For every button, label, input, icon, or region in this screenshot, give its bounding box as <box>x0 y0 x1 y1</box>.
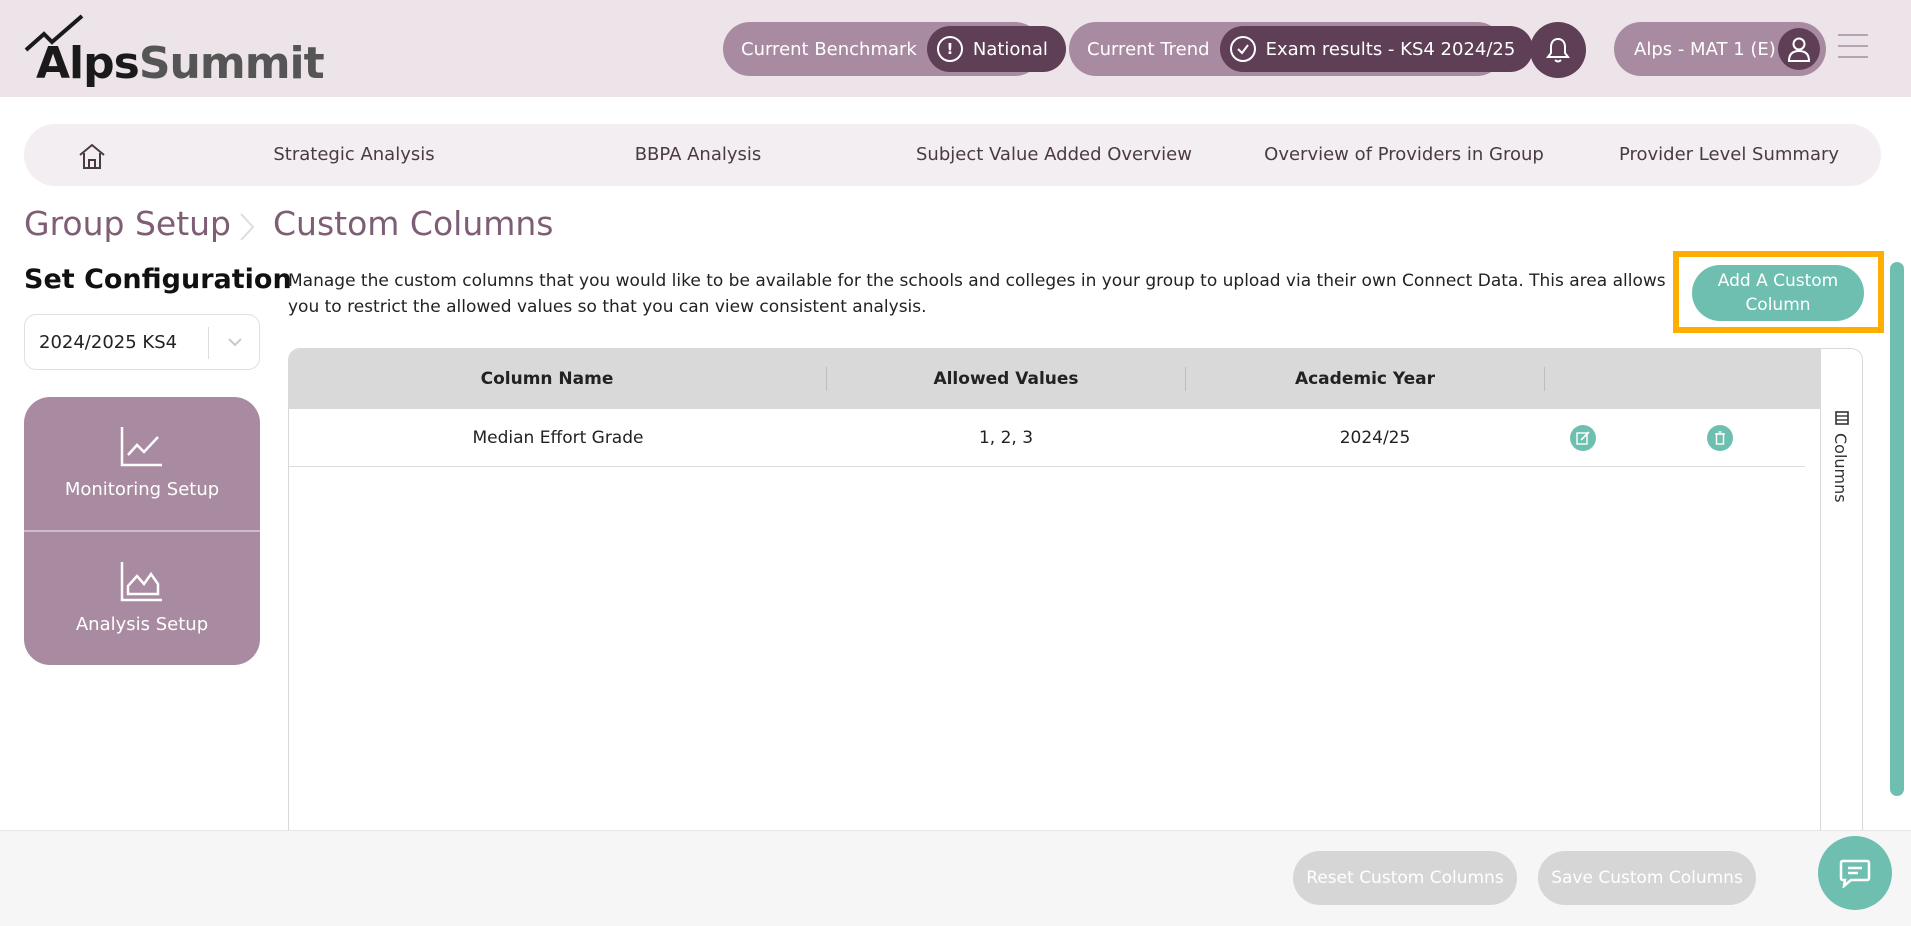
trend-value-chip[interactable]: Exam results - KS4 2024/25 <box>1219 26 1534 72</box>
alps-summit-logo[interactable]: AlpsSummit <box>24 12 325 89</box>
breadcrumb-group-setup[interactable]: Group Setup <box>24 204 231 243</box>
columns-icon <box>1835 411 1849 425</box>
year-select-value: 2024/2025 KS4 <box>39 331 178 353</box>
page-description: Manage the custom columns that you would… <box>288 271 1666 317</box>
benchmark-value: National <box>972 38 1048 60</box>
chat-icon <box>1839 859 1871 888</box>
trend-value: Exam results - KS4 2024/25 <box>1265 38 1516 60</box>
column-header-academic-year[interactable]: Academic Year <box>1186 349 1544 409</box>
page-scrollbar[interactable] <box>1890 262 1904 796</box>
notifications-button[interactable] <box>1530 22 1586 78</box>
add-custom-column-button[interactable]: Add A Custom Column <box>1692 265 1864 321</box>
trend-label: Current Trend <box>1087 38 1210 60</box>
analysis-setup-label: Analysis Setup <box>75 614 209 635</box>
nav-overview-of-providers[interactable]: Overview of Providers in Group <box>1224 124 1584 186</box>
nav-strategic-analysis[interactable]: Strategic Analysis <box>224 124 484 186</box>
user-avatar-icon <box>1778 28 1820 70</box>
edit-button[interactable] <box>1570 425 1596 451</box>
setup-side-menu: Monitoring Setup Analysis Setup <box>24 397 260 665</box>
analysis-setup-item[interactable]: Analysis Setup <box>24 532 260 665</box>
cell-column-name: Median Effort Grade <box>472 428 644 448</box>
column-header-allowed-values[interactable]: Allowed Values <box>827 349 1185 409</box>
table-header: Column Name Allowed Values Academic Year <box>289 349 1821 409</box>
home-icon[interactable] <box>76 140 108 172</box>
benchmark-value-chip[interactable]: ! National <box>926 26 1066 72</box>
page-title: Custom Columns <box>273 204 554 243</box>
chat-button[interactable] <box>1818 836 1892 910</box>
alert-icon: ! <box>936 36 963 62</box>
check-circle-icon <box>1229 36 1256 62</box>
line-chart-icon <box>120 427 162 467</box>
trash-icon <box>1715 431 1725 445</box>
user-label: Alps - MAT 1 (E) <box>1634 38 1776 60</box>
year-select[interactable]: 2024/2025 KS4 <box>24 314 260 370</box>
columns-panel-label: Columns <box>1831 433 1850 503</box>
current-trend-pill[interactable]: Current Trend Exam results - KS4 2024/25 <box>1069 22 1534 76</box>
logo-text-summit: Summit <box>138 38 325 89</box>
top-header: AlpsSummit Current Benchmark ! National … <box>0 0 1911 97</box>
set-configuration-heading: Set Configuration <box>24 264 292 295</box>
logo-text-alps: Alps <box>36 38 140 89</box>
area-chart-icon <box>120 562 162 602</box>
monitoring-setup-item[interactable]: Monitoring Setup <box>24 397 260 531</box>
reset-custom-columns-button[interactable]: Reset Custom Columns <box>1293 851 1517 905</box>
nav-provider-level-summary[interactable]: Provider Level Summary <box>1584 124 1874 186</box>
edit-icon <box>1576 431 1590 445</box>
user-account-pill[interactable]: Alps - MAT 1 (E) <box>1614 22 1826 76</box>
column-header-name[interactable]: Column Name <box>289 349 805 409</box>
cell-allowed-values: 1, 2, 3 <box>978 428 1034 448</box>
cell-academic-year: 2024/25 <box>1339 428 1411 448</box>
save-custom-columns-button[interactable]: Save Custom Columns <box>1538 851 1756 905</box>
monitoring-setup-label: Monitoring Setup <box>64 479 220 500</box>
nav-subject-value-added-overview[interactable]: Subject Value Added Overview <box>884 124 1224 186</box>
current-benchmark-pill[interactable]: Current Benchmark ! National <box>723 22 1066 76</box>
table-row: Median Effort Grade 1, 2, 3 2024/25 <box>289 409 1805 467</box>
hamburger-menu-icon[interactable] <box>1838 34 1868 60</box>
bell-icon <box>1546 37 1570 63</box>
nav-bbpa-analysis[interactable]: BBPA Analysis <box>568 124 828 186</box>
benchmark-label: Current Benchmark <box>741 38 917 60</box>
chevron-down-icon <box>228 338 242 347</box>
delete-button[interactable] <box>1707 425 1733 451</box>
main-nav: Strategic Analysis BBPA Analysis Subject… <box>24 124 1881 186</box>
breadcrumb-chevron-icon <box>240 213 255 241</box>
